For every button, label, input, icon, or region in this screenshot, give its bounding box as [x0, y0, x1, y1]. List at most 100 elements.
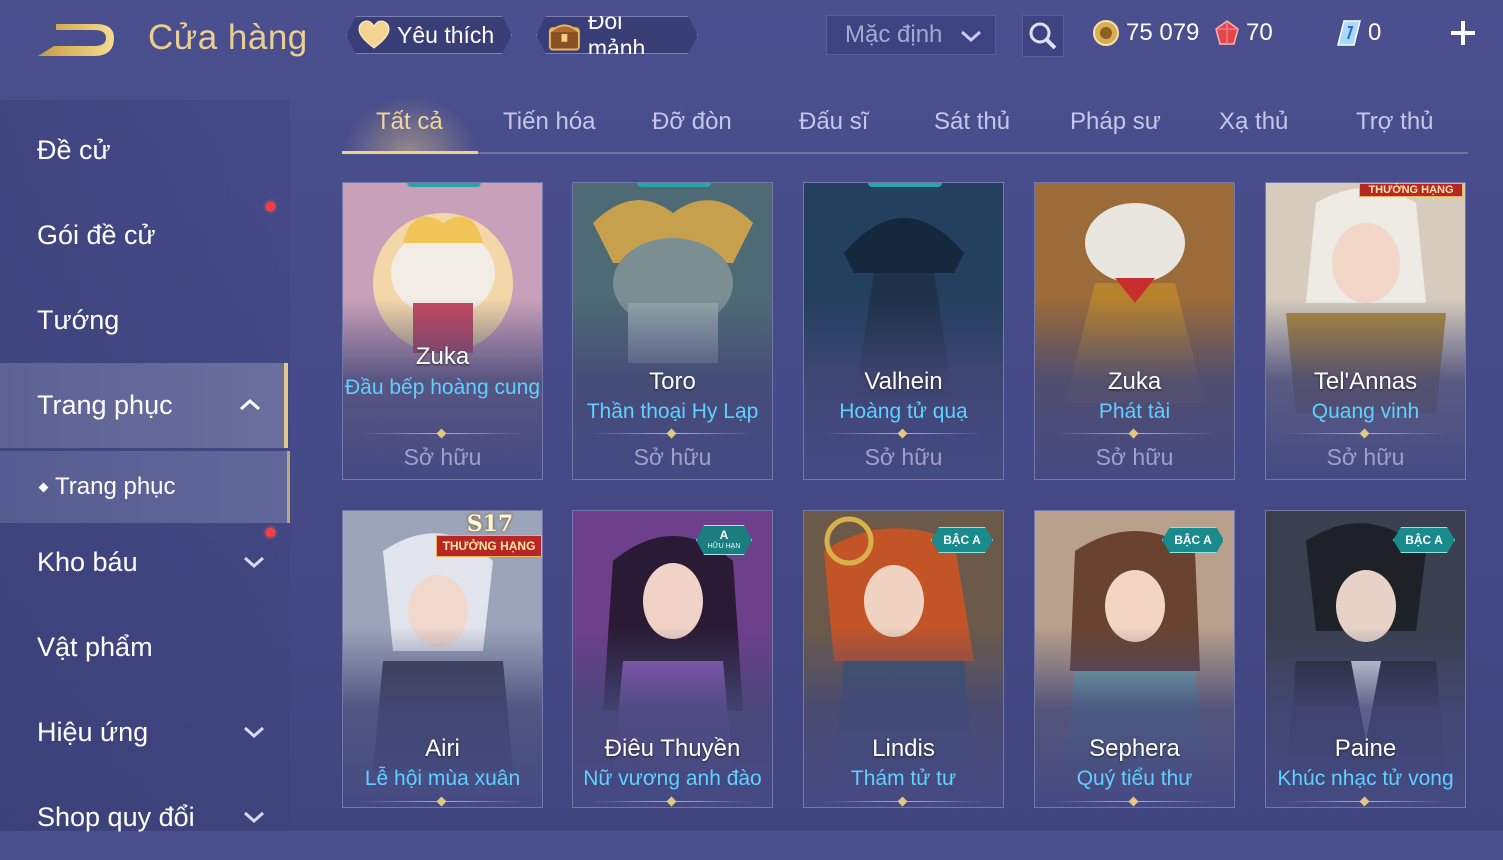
sidebar-item-label: Kho báu	[37, 547, 138, 577]
sidebar-item-skins[interactable]: Trang phục	[0, 363, 288, 448]
skin-card[interactable]: A HỮU HẠN Điêu Thuyền Nữ vương anh đào	[572, 510, 773, 808]
ruby-icon	[1215, 20, 1239, 45]
notification-dot	[266, 528, 275, 537]
tab-assassin[interactable]: Sát thủ	[934, 108, 1010, 136]
ruby-balance: 70	[1214, 16, 1273, 50]
back-arrow-icon[interactable]	[34, 20, 118, 62]
owned-status: Sở hữu	[1095, 444, 1174, 470]
season-rank-badge: S17 THƯỞNG HẠNG	[436, 511, 542, 563]
skin-name: Quang vinh	[1311, 400, 1420, 423]
tab-all[interactable]: Tất cả	[376, 108, 443, 136]
sidebar-item-label: Đề cử	[37, 135, 111, 165]
page-title: Cửa hàng	[148, 18, 308, 57]
sidebar-item-treasure[interactable]: Kho báu	[0, 520, 288, 605]
gold-coin-icon	[1093, 20, 1119, 46]
favorite-label: Yêu thích	[397, 21, 495, 48]
tier-badge: BẬC A	[1393, 527, 1455, 553]
sidebar-item-items[interactable]: Vật phẩm	[0, 605, 288, 690]
category-tabs: Tất cả Tiến hóa Đỡ đòn Đấu sĩ Sát thủ Ph…	[342, 96, 1468, 154]
exchange-shards-button[interactable]: Đổi mảnh	[536, 16, 698, 54]
tab-support[interactable]: Trợ thủ	[1356, 108, 1434, 136]
skin-name: Đầu bếp hoàng cung	[345, 376, 540, 399]
sidebar-item-exchange-shop[interactable]: Shop quy đổi	[0, 775, 288, 860]
chevron-up-icon	[240, 398, 260, 411]
ruby-amount: 70	[1246, 19, 1273, 46]
chevron-down-icon	[244, 556, 264, 569]
sidebar-item-heroes[interactable]: Tướng	[0, 278, 288, 363]
hero-name: Zuka	[1107, 368, 1162, 395]
tier-badge-edge	[407, 183, 481, 187]
sidebar: Đề cử Gói đề cử Tướng Trang phục Trang p…	[0, 100, 290, 832]
sidebar-item-label: Gói đề cử	[37, 220, 156, 250]
skin-card[interactable]: BẬC A Lindis Thám tử tư	[803, 510, 1004, 808]
exchange-label: Đổi mảnh	[587, 8, 646, 61]
hero-name: Sephera	[1089, 735, 1180, 762]
grade-label: A	[719, 528, 729, 542]
sort-dropdown[interactable]: Mặc định	[826, 15, 996, 55]
tab-evolution[interactable]: Tiến hóa	[503, 108, 596, 136]
tab-fighter[interactable]: Đấu sĩ	[799, 108, 868, 136]
sidebar-item-label: Tướng	[37, 305, 120, 335]
sidebar-item-bundles[interactable]: Gói đề cử	[0, 193, 288, 278]
heart-icon	[357, 20, 391, 50]
hero-name: Toro	[649, 368, 696, 395]
rank-reward-badge: THƯỞNG HẠNG	[1359, 183, 1463, 197]
skin-card[interactable]: Valhein Hoàng tử quạ Sở hữu	[803, 182, 1004, 480]
tier-badge: BẬC A	[1162, 527, 1224, 553]
skin-name: Thần thoại Hy Lạp	[586, 400, 759, 423]
hero-name: Điêu Thuyền	[604, 735, 741, 762]
skin-card[interactable]: S17 THƯỞNG HẠNG Airi Lễ hội mùa xuân	[342, 510, 543, 808]
skin-name: Nữ vương anh đào	[583, 767, 762, 790]
sidebar-item-label: Hiệu ứng	[37, 717, 149, 747]
diamond-bullet-icon	[38, 482, 49, 492]
gold-amount: 75 079	[1126, 19, 1200, 46]
skin-name: Thám tử tư	[850, 767, 957, 790]
hero-name: Lindis	[872, 735, 935, 762]
sidebar-item-effects[interactable]: Hiệu ứng	[0, 690, 288, 775]
skin-card[interactable]: Toro Thần thoại Hy Lạp Sở hữu	[572, 182, 773, 480]
tab-mage[interactable]: Pháp sư	[1070, 108, 1161, 136]
sidebar-item-label: Vật phẩm	[37, 632, 153, 662]
sidebar-item-recommended[interactable]: Đề cử	[0, 108, 288, 193]
skin-card[interactable]: BẬC A Sephera Quý tiểu thư	[1034, 510, 1235, 808]
rank-reward-ribbon: THƯỞNG HẠNG	[436, 535, 542, 557]
limited-grade-badge: A HỮU HẠN	[696, 525, 752, 555]
skin-name: Khúc nhạc tử vong	[1277, 767, 1454, 790]
tab-marksman[interactable]: Xạ thủ	[1219, 108, 1288, 136]
tier-badge-edge	[868, 183, 942, 187]
owned-status: Sở hữu	[1326, 444, 1405, 470]
owned-status: Sở hữu	[403, 444, 482, 470]
top-bar: Cửa hàng Yêu thích Đổi mảnh Mặc định 75 …	[0, 0, 1503, 80]
skin-card[interactable]: THƯỞNG HẠNG Tel'Annas Quang vinh Sở hữu	[1265, 182, 1466, 480]
skin-card[interactable]: BẬC A Paine Khúc nhạc tử vong	[1265, 510, 1466, 808]
tab-tank[interactable]: Đỡ đòn	[652, 108, 732, 136]
skin-name: Phát tài	[1098, 400, 1171, 423]
sidebar-item-label: Shop quy đổi	[37, 802, 195, 832]
hero-name: Airi	[425, 735, 460, 762]
gold-balance: 75 079	[1092, 16, 1199, 50]
skin-card[interactable]: Zuka Đầu bếp hoàng cung Sở hữu	[342, 182, 543, 480]
tier-badge: BẬC A	[931, 527, 993, 553]
owned-status: Sở hữu	[864, 444, 943, 470]
plus-icon[interactable]	[1448, 18, 1478, 48]
grade-sublabel: HỮU HẠN	[707, 543, 741, 550]
chevron-down-icon	[961, 30, 981, 43]
hero-name: Tel'Annas	[1313, 368, 1418, 395]
notification-dot	[266, 202, 275, 211]
favorite-button[interactable]: Yêu thích	[346, 16, 512, 54]
voucher-balance: 0	[1336, 16, 1381, 50]
tier-badge-edge	[637, 183, 711, 187]
skin-name: Quý tiểu thư	[1076, 767, 1193, 790]
chevron-down-icon	[244, 726, 264, 739]
treasure-chest-icon	[547, 18, 582, 52]
voucher-amount: 0	[1368, 19, 1382, 46]
search-button[interactable]	[1022, 15, 1064, 57]
owned-status: Sở hữu	[633, 444, 712, 470]
search-icon	[1029, 22, 1057, 50]
sidebar-subitem-skins[interactable]: Trang phục	[0, 451, 290, 523]
skin-card[interactable]: Zuka Phát tài Sở hữu	[1034, 182, 1235, 480]
sidebar-item-label: Trang phục	[37, 390, 173, 420]
hero-name: Paine	[1334, 735, 1397, 762]
voucher-icon	[1337, 20, 1361, 46]
skin-name: Lễ hội mùa xuân	[364, 767, 521, 790]
